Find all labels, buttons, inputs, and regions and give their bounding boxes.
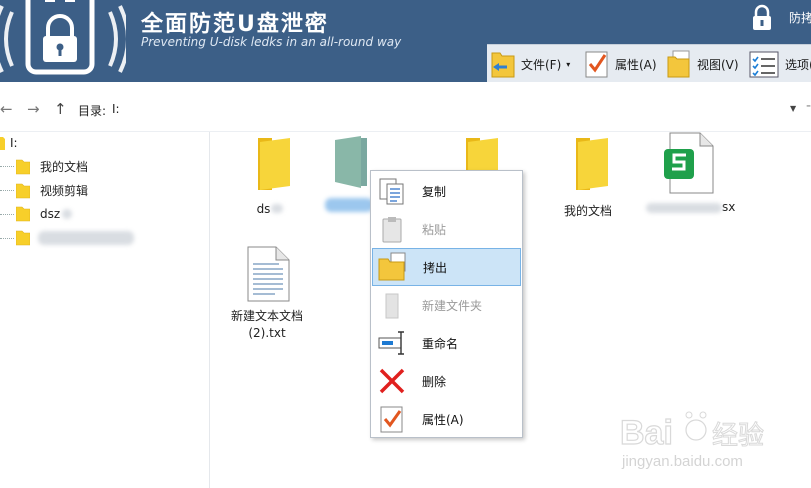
toolbar: 文件(F) ▾ 属性(A) 视图(V) 选项(	[487, 44, 811, 82]
menu-item-label: 粘贴	[422, 222, 447, 237]
properties-check-icon	[380, 406, 403, 433]
view-folder-icon	[667, 50, 690, 78]
folder-icon	[16, 159, 30, 174]
folder-icon	[258, 138, 290, 190]
watermark-brand: Bai	[620, 414, 673, 452]
tree-item-my-documents[interactable]: 我的文档	[16, 158, 88, 175]
dropdown-arrow-icon[interactable]: ▼	[790, 104, 796, 113]
directory-path[interactable]: I:	[112, 102, 120, 116]
file-item[interactable]	[322, 132, 376, 215]
redacted-text	[38, 231, 134, 245]
address-bar: ← → ↑ 目录: I: ▼ -	[0, 82, 811, 132]
file-item-spreadsheet[interactable]: sx	[646, 132, 750, 214]
new-folder-icon	[385, 293, 399, 319]
folder-icon	[16, 230, 30, 246]
up-arrow-icon[interactable]: ↑	[54, 100, 67, 118]
watermark-url: jingyan.baidu.com	[621, 453, 743, 470]
tree-item-label: 视频剪辑	[40, 184, 89, 198]
checklist-icon	[585, 51, 608, 78]
menu-item-label: 复制	[422, 184, 447, 199]
tree-root-drive[interactable]: I:	[0, 135, 18, 151]
file-label: sx	[722, 200, 736, 214]
file-label: 新建文本文档 (2).txt	[230, 309, 303, 340]
folder-icon	[16, 183, 30, 198]
tree-item-dsz[interactable]: dsz	[16, 206, 73, 222]
text-file-icon	[247, 246, 290, 302]
menu-item-copy[interactable]: 复制	[372, 172, 521, 210]
usb-lock-logo	[0, 0, 126, 75]
back-arrow-icon[interactable]: ←	[0, 100, 13, 118]
app-header: 全面防范U盘泄密 Preventing U-disk ledks in an a…	[0, 0, 811, 82]
directory-label: 目录:	[78, 104, 107, 118]
view-label: 视图(V)	[697, 57, 739, 72]
menu-item-label: 新建文件夹	[422, 298, 483, 313]
delete-x-icon	[379, 368, 405, 394]
menu-item-new-folder[interactable]: 新建文件夹	[372, 286, 521, 324]
folder-icon	[576, 138, 608, 190]
menu-item-label: 删除	[422, 374, 447, 389]
options-label: 选项(	[785, 57, 811, 72]
context-menu: 复制 粘贴 拷出 新建文件夹 重命名 删除 属性(A)	[370, 170, 523, 438]
baidu-watermark: Bai 经验 jingyan.baidu.com	[620, 411, 765, 470]
redacted-text	[646, 202, 722, 213]
folder-icon	[0, 137, 5, 150]
options-list-icon	[749, 51, 779, 78]
file-item-text-doc[interactable]: 新建文本文档 (2).txt	[227, 246, 307, 342]
file-item-my-documents[interactable]: 我的文档	[556, 132, 620, 219]
menu-item-export[interactable]: 拷出	[372, 248, 521, 286]
tree-root-label: I:	[10, 136, 18, 150]
protect-lock-icon[interactable]	[750, 4, 774, 32]
file-item[interactable]: ds	[240, 132, 300, 216]
paste-icon	[382, 217, 402, 243]
folder-tree: I: 我的文档 视频剪辑 dsz	[0, 132, 210, 488]
options-button[interactable]: 选项(	[749, 45, 811, 83]
menu-item-label: 重命名	[422, 336, 459, 351]
watermark-brand-cn: 经验	[712, 421, 764, 451]
folder-icon	[16, 206, 30, 222]
chevron-down-icon: ▾	[566, 59, 571, 69]
protect-label[interactable]: 防拷	[789, 9, 811, 26]
redacted-text	[325, 198, 373, 212]
tree-item-label: 我的文档	[40, 160, 89, 174]
file-menu-button[interactable]: 文件(F) ▾	[491, 45, 570, 83]
menu-item-delete[interactable]: 删除	[372, 362, 521, 400]
menu-item-properties[interactable]: 属性(A)	[372, 400, 521, 438]
menu-item-label: 属性(A)	[422, 412, 464, 427]
tree-item-video-clips[interactable]: 视频剪辑	[16, 182, 88, 199]
menu-item-label: 拷出	[423, 260, 448, 275]
spreadsheet-icon	[664, 132, 714, 194]
app-subtitle: Preventing U-disk ledks in an all-round …	[141, 35, 402, 49]
folder-arrow-icon	[491, 52, 515, 78]
export-folder-icon	[378, 252, 406, 281]
file-label: 我的文档	[563, 204, 612, 218]
redacted-text	[62, 209, 73, 219]
tree-item-label: dsz	[40, 207, 61, 221]
properties-label: 属性(A)	[615, 57, 657, 72]
menu-item-rename[interactable]: 重命名	[372, 324, 521, 362]
menu-item-paste[interactable]: 粘贴	[372, 210, 521, 248]
copy-icon	[379, 178, 404, 205]
view-button[interactable]: 视图(V)	[667, 45, 739, 83]
properties-button[interactable]: 属性(A)	[585, 45, 657, 83]
file-label: ds	[256, 202, 271, 216]
app-title: 全面防范U盘泄密	[141, 12, 329, 37]
dash-icon: -	[806, 98, 811, 114]
forward-arrow-icon[interactable]: →	[27, 100, 40, 118]
folder-green-icon	[335, 136, 367, 188]
tree-item-redacted[interactable]	[16, 230, 134, 246]
file-menu-label: 文件(F)	[521, 57, 562, 72]
rename-icon	[378, 331, 404, 355]
